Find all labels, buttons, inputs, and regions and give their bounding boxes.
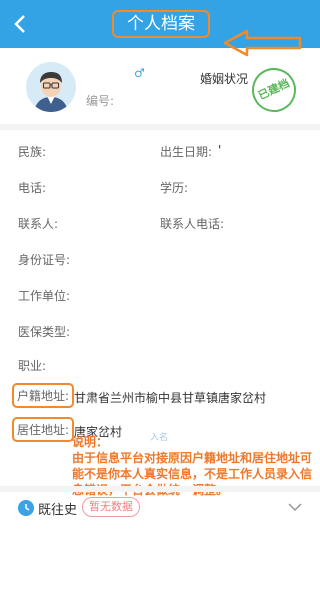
chevron-left-icon xyxy=(14,15,25,33)
profile-section: ♂ 婚姻状况 编号: 已建档 xyxy=(0,48,320,120)
field-row: 联系人: 联系人电话: xyxy=(0,206,320,242)
archived-stamp: 已建档 xyxy=(244,60,304,120)
section-divider xyxy=(0,486,320,492)
hukou-label: 户籍地址: xyxy=(12,383,75,408)
field-row: 身份证号: xyxy=(0,242,320,278)
residence-label: 居住地址: xyxy=(12,417,75,442)
ethnicity-label: 民族: xyxy=(18,145,47,159)
top-bar: 个人档案 xyxy=(0,0,320,57)
insurance-label: 医保类型: xyxy=(18,325,71,339)
contact-phone-label: 联系人电话: xyxy=(160,217,225,231)
field-row: 民族: 出生日期: ' xyxy=(0,134,320,170)
id-number-label: 编号: xyxy=(86,94,115,108)
field-row: 电话: 学历: xyxy=(0,170,320,206)
workplace-label: 工作单位: xyxy=(18,289,71,303)
field-row: 医保类型: xyxy=(0,314,320,350)
note-title: 说明： xyxy=(72,435,109,449)
gender-icon: ♂ xyxy=(134,66,145,80)
medical-history-row[interactable]: 既往史 暂无数据 xyxy=(0,496,320,522)
phone-label: 电话: xyxy=(18,181,47,195)
occupation-label: 职业: xyxy=(18,359,47,373)
avatar-icon xyxy=(26,62,76,112)
hukou-value: 甘肃省兰州市榆中县甘草镇唐家岔村 xyxy=(74,391,267,405)
birthdate-value: ' xyxy=(218,143,222,157)
back-button[interactable] xyxy=(12,12,32,36)
clock-icon xyxy=(18,500,34,516)
page-title: 个人档案 xyxy=(112,10,210,38)
field-row: 工作单位: xyxy=(0,278,320,314)
marital-status-label: 婚姻状况 xyxy=(200,72,249,86)
history-label: 既往史 xyxy=(38,503,78,518)
contact-label: 联系人: xyxy=(18,217,59,231)
education-label: 学历: xyxy=(160,181,189,195)
no-data-badge: 暂无数据 xyxy=(82,497,140,517)
id-card-label: 身份证号: xyxy=(18,253,71,267)
avatar xyxy=(26,62,76,112)
field-row: 职业: xyxy=(0,348,320,384)
chevron-down-icon[interactable] xyxy=(286,498,304,516)
birthdate-label: 出生日期: xyxy=(160,145,213,159)
hukou-row: 户籍地址: 甘肃省兰州市榆中县甘草镇唐家岔村 xyxy=(0,380,320,416)
section-divider xyxy=(0,124,320,130)
